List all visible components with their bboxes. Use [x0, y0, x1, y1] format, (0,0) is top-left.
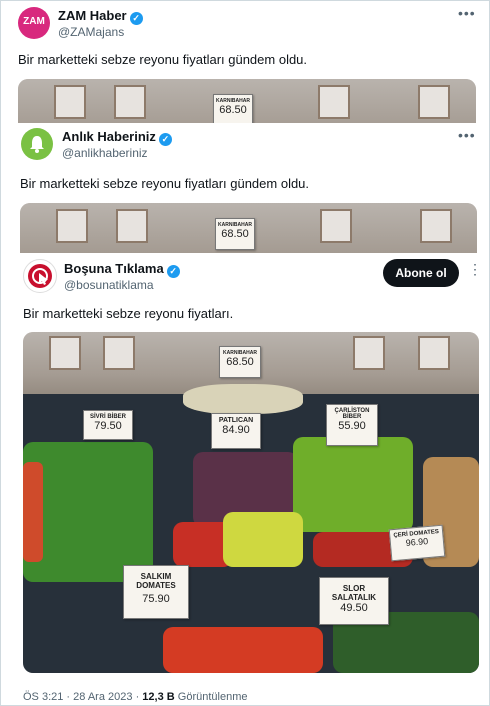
- verified-badge-icon: ✓: [166, 265, 180, 278]
- user-handle[interactable]: @bosunatiklama: [64, 278, 154, 292]
- tomatoes-left: [23, 462, 43, 562]
- tweet-date[interactable]: 28 Ara 2023: [73, 691, 132, 703]
- price-card: KARNIBAHAR 68.50: [213, 94, 253, 126]
- price-card-patlican: PATLICAN 84.90: [211, 413, 261, 449]
- more-options-icon[interactable]: ⋮: [468, 261, 483, 278]
- cursor-click-icon: [28, 264, 52, 288]
- tweet-anlik-haberiniz[interactable]: Anlık Haberiniz ✓ @anlikhaberiniz ••• Bir…: [1, 123, 489, 263]
- display-name[interactable]: Boşuna Tıklama ✓: [64, 261, 180, 278]
- separator: ·: [135, 691, 140, 703]
- tweet-metadata: ÖS 3:21 · 28 Ara 2023 · 12,3 B Görüntüle…: [23, 691, 248, 703]
- follow-button[interactable]: Abone ol: [383, 259, 459, 287]
- avatar-zam-haber[interactable]: ZAM: [18, 7, 50, 39]
- more-options-icon[interactable]: •••: [458, 127, 476, 143]
- more-options-icon[interactable]: •••: [458, 5, 476, 21]
- tweet-zam-haber[interactable]: ZAM ZAM Haber ✓ @ZAMajans ••• Bir markett…: [1, 1, 489, 139]
- price-card-karnibahar: KARNIBAHAR 68.50: [219, 346, 261, 378]
- display-name[interactable]: ZAM Haber ✓: [58, 8, 143, 25]
- tweet-text: Bir marketteki sebze reyonu fiyatları gü…: [18, 52, 308, 67]
- price-card-slor-salatalik: SLOR SALATALIK 49.50: [319, 577, 389, 625]
- tweet-time[interactable]: ÖS 3:21: [23, 691, 63, 703]
- price-card-sivri-biber: SİVRİ BİBER 79.50: [83, 410, 133, 440]
- tweet-media-image[interactable]: KARNIBAHAR 68.50 SİVRİ BİBER 79.50 PATLI…: [23, 332, 479, 673]
- yellow-peppers: [223, 512, 303, 567]
- avatar-bosuna-tiklama[interactable]: [23, 259, 57, 293]
- price-card-salkim-domates: SALKIM DOMATES 75.90: [123, 565, 189, 619]
- tweet-text: Bir marketteki sebze reyonu fiyatları.: [23, 306, 234, 321]
- price-card-ceri-domates: ÇERİ DOMATES 96.90: [388, 524, 446, 562]
- timeline: ZAM ZAM Haber ✓ @ZAMajans ••• Bir markett…: [0, 0, 490, 706]
- verified-badge-icon: ✓: [158, 133, 172, 146]
- tweet-bosuna-tiklama[interactable]: Boşuna Tıklama ✓ @bosunatiklama Abone ol …: [1, 253, 489, 705]
- verified-badge-icon: ✓: [129, 12, 143, 25]
- user-handle[interactable]: @ZAMajans: [58, 25, 124, 39]
- peppers-charleston: [293, 437, 413, 532]
- tomatoes-bottom: [163, 627, 323, 673]
- display-name[interactable]: Anlık Haberiniz ✓: [62, 129, 172, 146]
- separator: ·: [66, 691, 71, 703]
- view-count: 12,3 B: [142, 691, 175, 703]
- avatar-anlik-haberiniz[interactable]: [21, 128, 53, 160]
- zam-logo-text: ZAM: [23, 16, 45, 27]
- price-card: KARNIBAHAR 68.50: [215, 218, 255, 250]
- cauliflower-bin: [183, 384, 303, 414]
- user-handle[interactable]: @anlikhaberiniz: [62, 146, 148, 160]
- views-label: Görüntülenme: [177, 691, 248, 703]
- price-card-carliston-biber: ÇARLİSTON BİBER 55.90: [326, 404, 378, 446]
- tweet-text: Bir marketteki sebze reyonu fiyatları gü…: [20, 176, 310, 191]
- bell-icon: [30, 136, 44, 153]
